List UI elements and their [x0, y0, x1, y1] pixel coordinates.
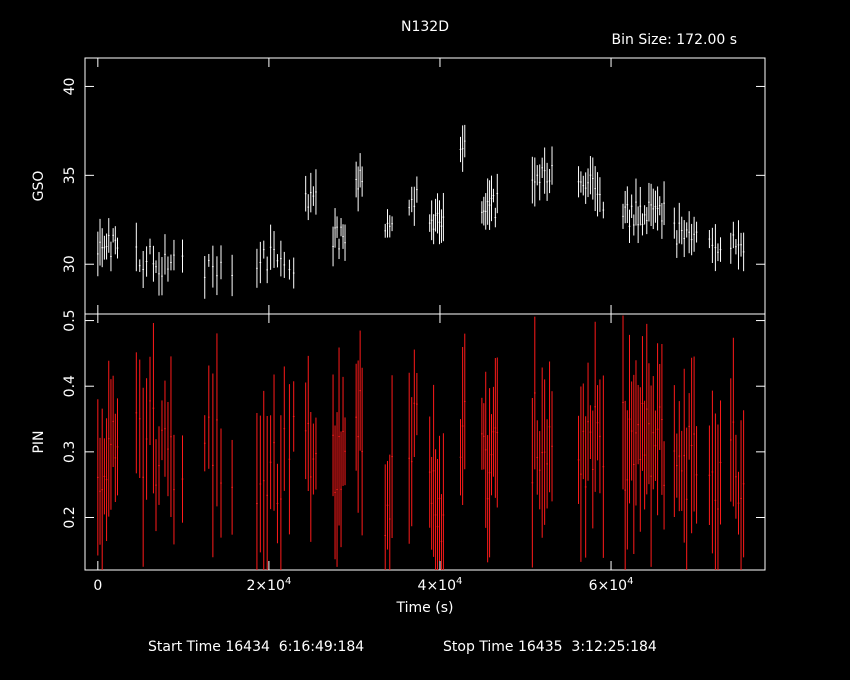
x-tick-label: 0 — [93, 578, 102, 594]
data-points — [97, 315, 745, 570]
x-tick-label: 4×104 — [418, 576, 463, 594]
bin-size-label: Bin Size: 172.00 s — [612, 32, 737, 48]
gso-panel: 30 35 40 GSO — [31, 57, 766, 315]
pin-panel: 0.2 0.3 0.4 0.5 PIN — [31, 309, 766, 571]
y-tick-label: 30 — [62, 255, 78, 273]
plot-frame — [84, 313, 766, 571]
x-tick-label: 6×104 — [589, 576, 634, 594]
y-tick-label: 0.3 — [62, 441, 78, 463]
data-points — [97, 124, 745, 299]
y-tick-label: 0.5 — [62, 309, 78, 331]
stop-time-label: Stop Time 16435 3:12:25:184 — [443, 639, 657, 655]
y-tick-label: 40 — [62, 78, 78, 96]
x-axis-label: Time (s) — [396, 600, 454, 616]
lightcurve-chart: N132D Bin Size: 172.00 s 303540GSO 0.20.… — [31, 19, 766, 655]
y-axis-label: PIN — [31, 430, 47, 453]
x-tick-label: 2×104 — [246, 576, 291, 594]
start-time-label: Start Time 16434 6:16:49:184 — [148, 639, 364, 655]
y-axis-label: GSO — [31, 171, 47, 202]
y-tick-label: 0.4 — [62, 375, 78, 397]
y-tick-label: 0.2 — [62, 506, 78, 528]
y-tick-label: 35 — [62, 166, 78, 184]
chart-title: N132D — [401, 19, 449, 35]
plot-frame — [84, 57, 766, 315]
